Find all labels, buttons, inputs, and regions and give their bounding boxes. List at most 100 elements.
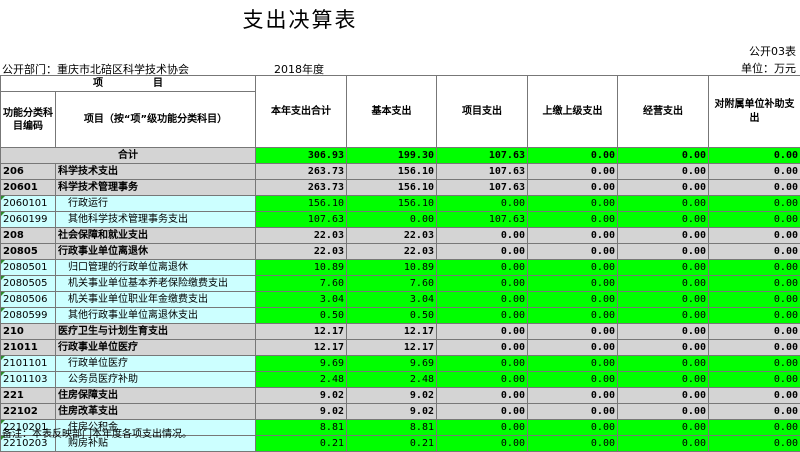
total-row: 合计 306.93 199.30 107.63 0.00 0.00 0.00 xyxy=(1,148,800,164)
row-value: 0.00 xyxy=(437,276,528,292)
row-value: 0.00 xyxy=(437,388,528,404)
row-code: 2060101 xyxy=(1,196,56,212)
row-name: 行政事业单位医疗 xyxy=(56,340,256,356)
row-value: 0.00 xyxy=(528,292,618,308)
row-value: 8.81 xyxy=(256,420,347,436)
form-number: 公开03表 xyxy=(749,43,796,59)
row-name: 科学技术管理事务 xyxy=(56,180,256,196)
header-upper: 上缴上级支出 xyxy=(528,76,618,148)
total-value: 0.00 xyxy=(709,148,800,164)
row-value: 0.00 xyxy=(347,212,437,228)
table-row: 210医疗卫生与计划生育支出12.1712.170.000.000.000.00 xyxy=(1,324,800,340)
table-row: 208社会保障和就业支出22.0322.030.000.000.000.00 xyxy=(1,228,800,244)
row-value: 0.00 xyxy=(437,228,528,244)
row-value: 0.00 xyxy=(618,436,709,452)
row-value: 263.73 xyxy=(256,180,347,196)
row-name: 行政单位医疗 xyxy=(56,356,256,372)
row-value: 0.00 xyxy=(618,244,709,260)
row-name: 社会保障和就业支出 xyxy=(56,228,256,244)
row-name: 其他行政事业单位离退休支出 xyxy=(56,308,256,324)
table-row: 2080501归口管理的行政单位离退休10.8910.890.000.000.0… xyxy=(1,260,800,276)
row-value: 0.00 xyxy=(437,260,528,276)
table-row: 20805行政事业单位离退休22.0322.030.000.000.000.00 xyxy=(1,244,800,260)
row-value: 10.89 xyxy=(256,260,347,276)
row-value: 7.60 xyxy=(347,276,437,292)
table-row: 2060199其他科学技术管理事务支出107.630.00107.630.000… xyxy=(1,212,800,228)
row-code: 221 xyxy=(1,388,56,404)
row-value: 22.03 xyxy=(347,228,437,244)
row-value: 12.17 xyxy=(256,324,347,340)
header-basic: 基本支出 xyxy=(347,76,437,148)
row-name: 机关事业单位职业年金缴费支出 xyxy=(56,292,256,308)
row-value: 156.10 xyxy=(347,196,437,212)
row-value: 0.00 xyxy=(709,196,800,212)
row-value: 0.00 xyxy=(528,164,618,180)
row-value: 0.00 xyxy=(618,196,709,212)
row-code: 208 xyxy=(1,228,56,244)
footnote: 备注：本表反映部门本年度各项支出情况。 xyxy=(2,425,192,440)
row-value: 9.02 xyxy=(256,404,347,420)
row-value: 0.00 xyxy=(528,340,618,356)
row-value: 0.00 xyxy=(528,372,618,388)
row-value: 0.00 xyxy=(618,308,709,324)
row-code: 2060199 xyxy=(1,212,56,228)
row-value: 0.00 xyxy=(618,164,709,180)
row-value: 0.00 xyxy=(618,212,709,228)
row-value: 107.63 xyxy=(437,180,528,196)
row-value: 0.00 xyxy=(528,260,618,276)
row-value: 0.00 xyxy=(709,244,800,260)
row-value: 0.00 xyxy=(437,324,528,340)
row-code: 2080599 xyxy=(1,308,56,324)
total-value: 107.63 xyxy=(437,148,528,164)
row-value: 22.03 xyxy=(256,244,347,260)
header-project: 项目支出 xyxy=(437,76,528,148)
row-value: 0.00 xyxy=(709,372,800,388)
row-value: 0.00 xyxy=(618,372,709,388)
row-value: 0.00 xyxy=(618,276,709,292)
row-value: 0.00 xyxy=(528,228,618,244)
table-row: 21011行政事业单位医疗12.1712.170.000.000.000.00 xyxy=(1,340,800,356)
row-value: 0.00 xyxy=(709,324,800,340)
row-value: 0.00 xyxy=(709,164,800,180)
table-row: 22102住房改革支出9.029.020.000.000.000.00 xyxy=(1,404,800,420)
table-row: 2080505机关事业单位基本养老保险缴费支出7.607.600.000.000… xyxy=(1,276,800,292)
row-value: 0.00 xyxy=(709,228,800,244)
row-value: 9.69 xyxy=(347,356,437,372)
table-row: 20601科学技术管理事务263.73156.10107.630.000.000… xyxy=(1,180,800,196)
row-code: 20805 xyxy=(1,244,56,260)
row-value: 0.00 xyxy=(528,276,618,292)
row-value: 9.02 xyxy=(347,404,437,420)
row-value: 22.03 xyxy=(256,228,347,244)
row-value: 0.00 xyxy=(437,404,528,420)
row-value: 7.60 xyxy=(256,276,347,292)
total-value: 0.00 xyxy=(528,148,618,164)
table-row: 221住房保障支出9.029.020.000.000.000.00 xyxy=(1,388,800,404)
table-row: 206科学技术支出263.73156.10107.630.000.000.00 xyxy=(1,164,800,180)
row-value: 12.17 xyxy=(347,340,437,356)
row-value: 0.00 xyxy=(437,196,528,212)
row-code: 210 xyxy=(1,324,56,340)
row-value: 0.00 xyxy=(528,420,618,436)
row-value: 0.00 xyxy=(709,180,800,196)
row-value: 0.00 xyxy=(709,356,800,372)
total-label: 合计 xyxy=(1,148,256,164)
row-value: 12.17 xyxy=(256,340,347,356)
table-row: 2080506机关事业单位职业年金缴费支出3.043.040.000.000.0… xyxy=(1,292,800,308)
row-value: 0.00 xyxy=(437,244,528,260)
row-value: 0.21 xyxy=(256,436,347,452)
row-value: 107.63 xyxy=(256,212,347,228)
row-value: 2.48 xyxy=(347,372,437,388)
row-value: 0.00 xyxy=(709,260,800,276)
row-value: 9.02 xyxy=(347,388,437,404)
row-value: 0.00 xyxy=(709,212,800,228)
row-value: 0.00 xyxy=(618,404,709,420)
row-value: 9.69 xyxy=(256,356,347,372)
row-code: 21011 xyxy=(1,340,56,356)
row-value: 156.10 xyxy=(347,164,437,180)
row-value: 0.00 xyxy=(437,308,528,324)
row-code: 206 xyxy=(1,164,56,180)
expenditure-table: 项 目 本年支出合计 基本支出 项目支出 上缴上级支出 经营支出 对附属单位补助… xyxy=(0,75,800,452)
total-value: 306.93 xyxy=(256,148,347,164)
row-name: 归口管理的行政单位离退休 xyxy=(56,260,256,276)
row-value: 0.00 xyxy=(618,388,709,404)
